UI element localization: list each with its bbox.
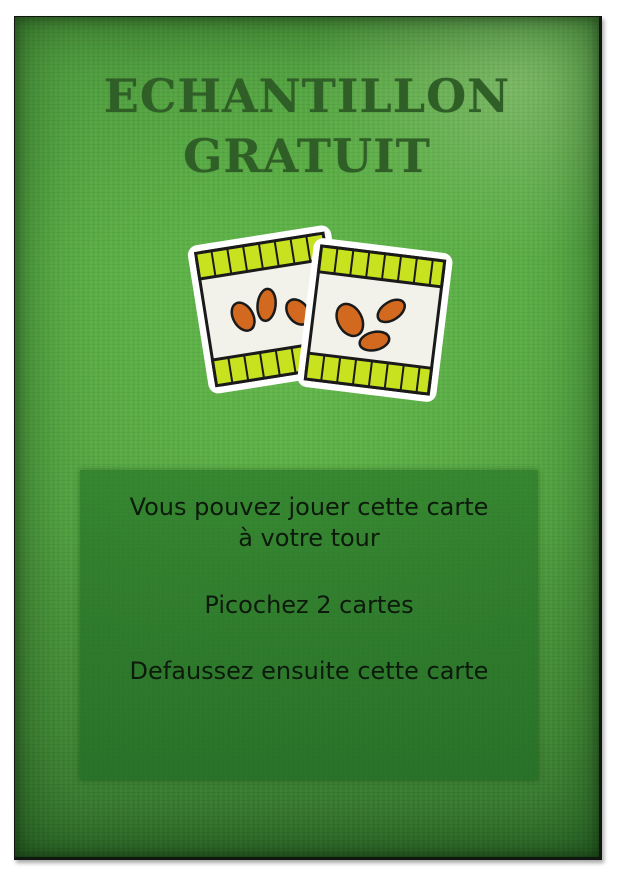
- card-frame: ECHANTILLON GRATUIT Vous pouvez jouer ce…: [14, 16, 602, 860]
- rule-play-line2: à votre tour: [238, 524, 380, 552]
- game-card[interactable]: ECHANTILLON GRATUIT Vous pouvez jouer ce…: [15, 17, 599, 857]
- seed-packets-icon: [185, 205, 455, 405]
- card-title-line1: ECHANTILLON: [103, 69, 511, 123]
- rule-draw: Picochez 2 cartes: [204, 591, 414, 619]
- card-rules-panel: Vous pouvez jouer cette carte à votre to…: [80, 470, 538, 780]
- rule-play-line1: Vous pouvez jouer cette carte: [129, 493, 489, 521]
- rule-discard: Defaussez ensuite cette carte: [129, 657, 489, 685]
- rule-play-condition: Vous pouvez jouer cette carte à votre to…: [80, 492, 538, 554]
- card-title-line2: GRATUIT: [183, 129, 431, 183]
